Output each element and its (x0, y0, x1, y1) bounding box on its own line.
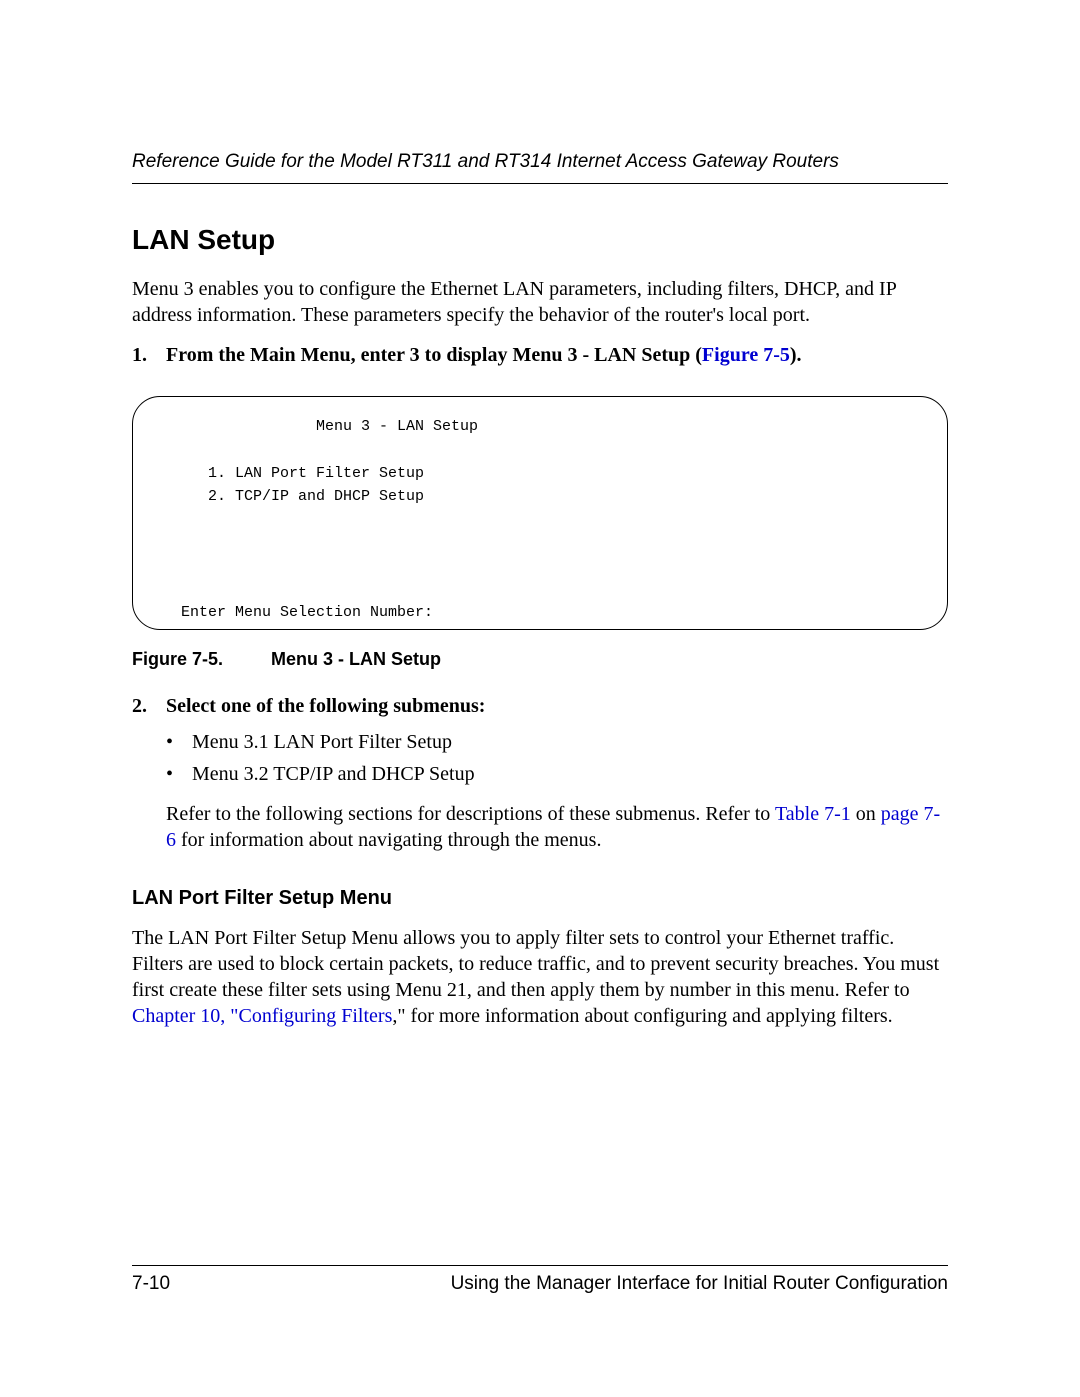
footer-chapter-title: Using the Manager Interface for Initial … (451, 1272, 948, 1297)
bullet-menu-3-1: Menu 3.1 LAN Port Filter Setup (166, 729, 948, 755)
table-link[interactable]: Table 7-1 (775, 803, 851, 825)
refer-post: for information about navigating through… (176, 829, 601, 851)
step-1-text: From the Main Menu, enter 3 to display M… (166, 342, 948, 368)
terminal-item-1: 1. LAN Port Filter Setup (163, 465, 424, 482)
intro-paragraph: Menu 3 enables you to configure the Ethe… (132, 276, 948, 328)
section-title: LAN Setup (132, 222, 948, 258)
subsection-paragraph: The LAN Port Filter Setup Menu allows yo… (132, 925, 948, 1029)
terminal-screenshot: Menu 3 - LAN Setup 1. LAN Port Filter Se… (132, 396, 948, 630)
running-header: Reference Guide for the Model RT311 and … (132, 150, 948, 184)
step-1-post: ). (790, 344, 802, 366)
step-1-number: 1. (132, 342, 166, 368)
submenu-bullets: Menu 3.1 LAN Port Filter Setup Menu 3.2 … (132, 729, 948, 787)
sub-p-post: ," for more information about configurin… (392, 1005, 892, 1027)
terminal-item-2: 2. TCP/IP and DHCP Setup (163, 488, 424, 505)
refer-pre: Refer to the following sections for desc… (166, 803, 775, 825)
figure-label: Figure 7-5. (132, 649, 223, 669)
figure-link[interactable]: Figure 7-5 (702, 344, 790, 366)
terminal-title: Menu 3 - LAN Setup (163, 415, 917, 438)
sub-p-pre: The LAN Port Filter Setup Menu allows yo… (132, 927, 939, 1001)
figure-caption-text: Menu 3 - LAN Setup (271, 649, 441, 669)
bullet-menu-3-2: Menu 3.2 TCP/IP and DHCP Setup (166, 761, 948, 787)
figure-caption: Figure 7-5. Menu 3 - LAN Setup (132, 648, 948, 671)
step-2-number: 2. (132, 693, 166, 719)
refer-mid: on (851, 803, 881, 825)
refer-paragraph: Refer to the following sections for desc… (166, 801, 948, 853)
page-footer: 7-10 Using the Manager Interface for Ini… (132, 1265, 948, 1297)
subsection-title: LAN Port Filter Setup Menu (132, 885, 948, 911)
terminal-prompt: Enter Menu Selection Number: (163, 604, 433, 621)
page-number: 7-10 (132, 1272, 170, 1297)
step-2-text: Select one of the following submenus: (166, 693, 948, 719)
chapter-link[interactable]: Chapter 10, "Configuring Filters (132, 1005, 392, 1027)
step-1-pre: From the Main Menu, enter 3 to display M… (166, 344, 702, 366)
step-2: 2. Select one of the following submenus: (132, 693, 948, 719)
step-1: 1. From the Main Menu, enter 3 to displa… (132, 342, 948, 368)
